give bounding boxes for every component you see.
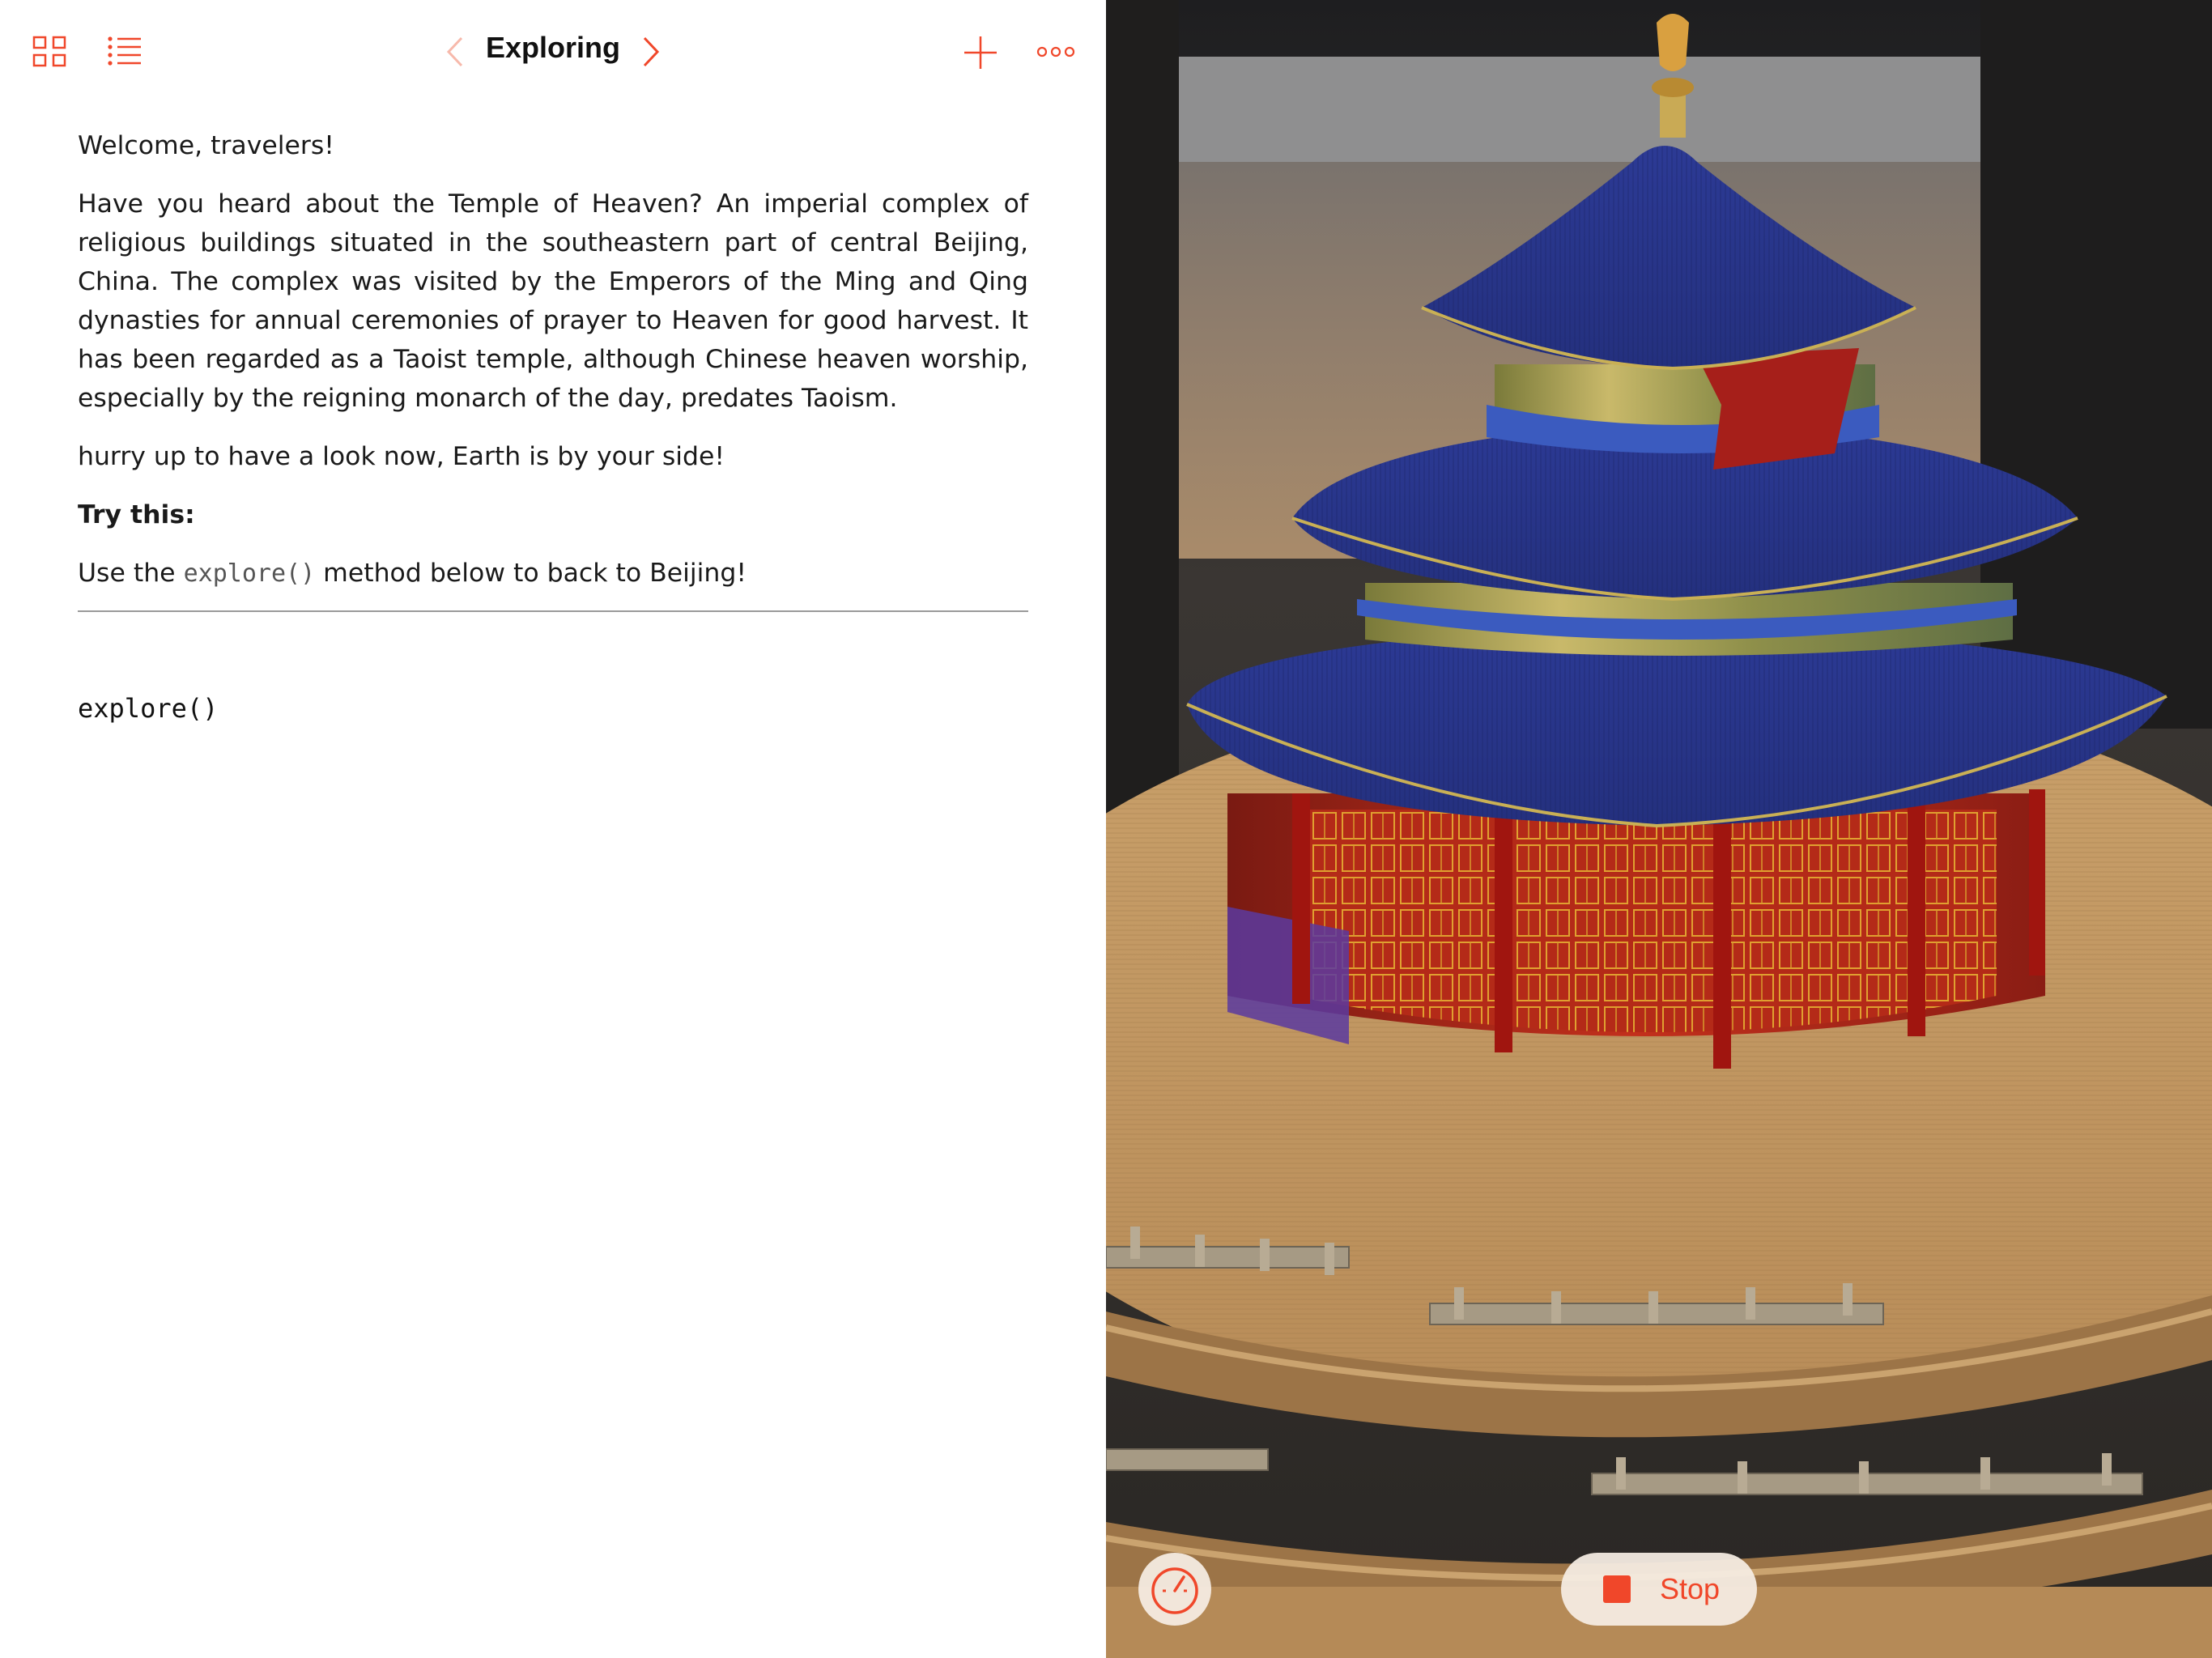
try-heading: Try this: (78, 500, 195, 529)
more-icon[interactable] (1036, 44, 1075, 60)
hurry-text: hurry up to have a look now, Earth is by… (78, 442, 725, 471)
editor-pane: Exploring Welcome, travelers! Have you h… (0, 0, 1106, 1658)
instruction-text: Use the explore() method below to back t… (78, 554, 1028, 593)
plus-icon[interactable] (963, 36, 998, 70)
live-view[interactable]: Stop (1106, 0, 2212, 1658)
toolbar: Exploring (0, 0, 1106, 105)
prose: Welcome, travelers! Have you heard about… (78, 126, 1028, 613)
temple-scene (1106, 0, 2212, 1658)
stop-button[interactable]: Stop (1561, 1553, 1757, 1626)
instruction-prefix: Use the (78, 559, 184, 588)
chevron-right-icon[interactable] (641, 36, 661, 68)
welcome-text: Welcome, travelers! (78, 131, 334, 160)
page-title: Exploring (485, 31, 620, 64)
inline-code: explore() (183, 559, 316, 588)
instruction-suffix: method below to back to Beijing! (315, 559, 747, 588)
description-text: Have you heard about the Temple of Heave… (78, 189, 1028, 413)
code-editor-line[interactable]: explore() (78, 693, 218, 724)
stop-label: Stop (1660, 1572, 1721, 1605)
speedometer-icon (1151, 1567, 1198, 1614)
divider (78, 610, 1028, 612)
speedometer-button[interactable] (1138, 1553, 1211, 1626)
stop-icon (1603, 1575, 1631, 1603)
